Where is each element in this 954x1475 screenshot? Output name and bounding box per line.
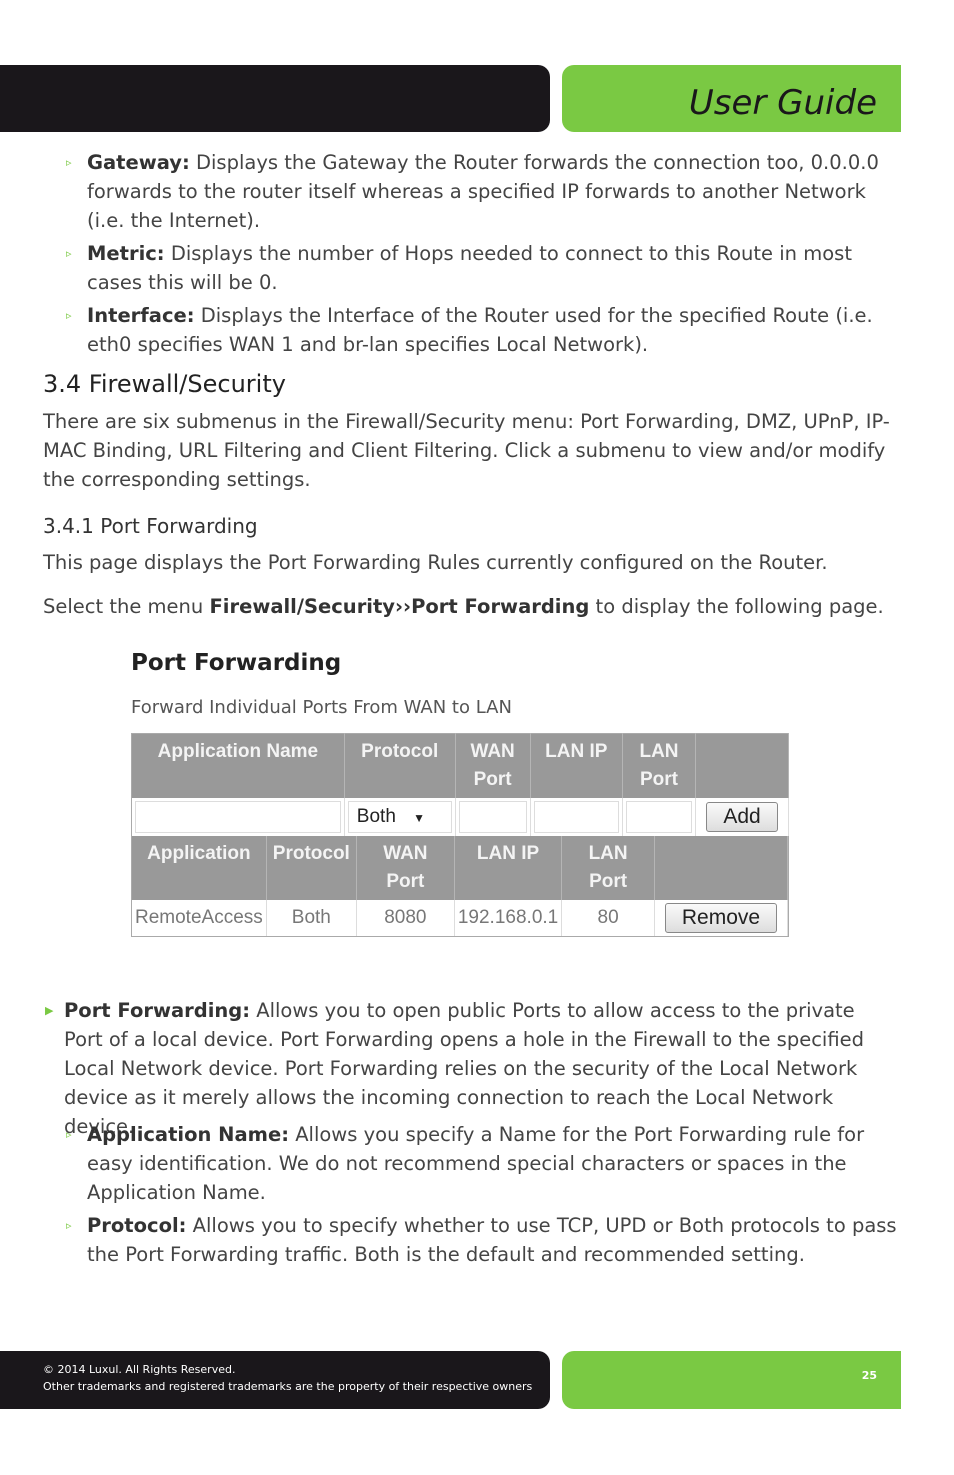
col-header: LAN Port (622, 733, 696, 798)
bullet-icon: ▹ (66, 1219, 72, 1232)
col-header: Application Name (131, 733, 345, 798)
page: User Guide ▹ Gateway: Displays the Gatew… (0, 0, 954, 1475)
cell-wan-port: 8080 (356, 900, 455, 936)
remove-button[interactable]: Remove (664, 903, 778, 933)
add-button[interactable]: Add (706, 802, 778, 832)
footer-trademarks: Other trademarks and registered trademar… (43, 1380, 533, 1393)
col-header: LAN IP (454, 836, 563, 900)
port-forwarding-table: Application Name Protocol WAN Port LAN I… (131, 733, 789, 937)
cell-lan-ip: 192.168.0.1 (454, 900, 563, 936)
footer-page-bar: 25 (562, 1351, 901, 1409)
col-header: WAN Port (356, 836, 455, 900)
bullet-triangle-icon: ▶ (45, 1004, 54, 1017)
wan-port-input[interactable] (458, 801, 527, 833)
bullet-metric: Metric: Displays the number of Hops need… (87, 242, 852, 294)
header-title: User Guide (688, 83, 877, 123)
bullet-icon: ▹ (66, 156, 72, 169)
cell-lan-port: 80 (561, 900, 655, 936)
header-bar (0, 65, 550, 132)
table-row: RemoteAccess Both 8080 192.168.0.1 80 Re… (132, 900, 788, 936)
section-title: 3.4 Firewall/Security (43, 370, 286, 398)
footer-copyright: © 2014 Luxul. All Rights Reserved. (43, 1363, 236, 1376)
page-number: 25 (861, 1369, 877, 1382)
bullet-gateway: Gateway: Displays the Gateway the Router… (87, 151, 879, 232)
screenshot-title: Port Forwarding (131, 650, 342, 676)
col-header: LAN Port (561, 836, 655, 900)
protocol-select[interactable]: Both ▼ (347, 801, 452, 833)
bullet-protocol: Protocol: Allows you to specify whether … (87, 1214, 897, 1266)
col-header: WAN Port (455, 733, 531, 798)
header-title-bar: User Guide (562, 65, 901, 132)
lan-ip-input[interactable] (533, 801, 619, 833)
dropdown-arrow-icon: ▼ (413, 811, 426, 825)
cell-protocol: Both (266, 900, 357, 936)
bullet-icon: ▹ (66, 247, 72, 260)
screenshot-subtitle: Forward Individual Ports From WAN to LAN (131, 697, 512, 718)
bullet-application-name: Application Name: Allows you specify a N… (87, 1123, 865, 1204)
col-header: Application (132, 836, 267, 900)
col-header: LAN IP (530, 733, 624, 798)
lan-port-input[interactable] (626, 801, 692, 833)
cell-app: RemoteAccess (132, 900, 267, 936)
subsection-p1: This page displays the Port Forwarding R… (43, 551, 828, 574)
application-name-input[interactable] (135, 801, 341, 833)
bullet-icon: ▹ (66, 309, 72, 322)
bullet-icon: ▹ (66, 1128, 72, 1141)
footer-bar: © 2014 Luxul. All Rights Reserved. Other… (0, 1351, 550, 1409)
col-header: Protocol (344, 733, 456, 798)
subsection-p2: Select the menu Firewall/Security››Port … (43, 595, 884, 618)
col-header: Protocol (266, 836, 357, 900)
bullet-interface: Interface: Displays the Interface of the… (87, 304, 873, 356)
subsection-title: 3.4.1 Port Forwarding (43, 514, 258, 538)
section-intro: There are six submenus in the Firewall/S… (43, 410, 890, 491)
